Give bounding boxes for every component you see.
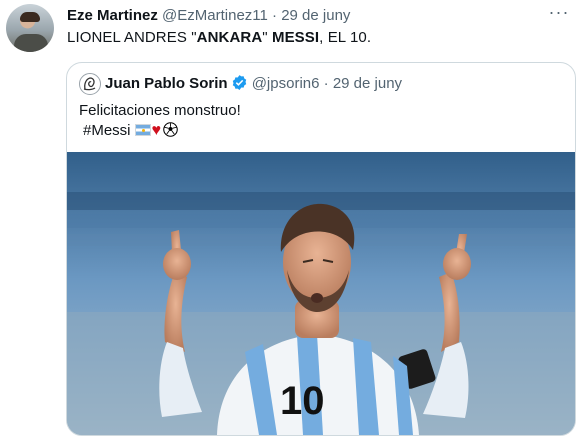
- tweet-text-prefix: LIONEL ANDRES ": [67, 29, 197, 46]
- quoted-author-name[interactable]: Juan Pablo Sorin: [105, 75, 228, 92]
- quoted-tweet-text: Felicitaciones monstruo!: [79, 102, 241, 119]
- quoted-tweet-tags: #Messi ♥: [83, 121, 178, 141]
- messi-celebration-photo: 10: [67, 152, 575, 435]
- tweet-text-bold-1: ANKARA: [196, 29, 263, 46]
- author-name[interactable]: Eze Martinez: [67, 7, 158, 24]
- quoted-author-avatar[interactable]: [79, 73, 101, 95]
- tweet-text-suffix: , EL 10.: [319, 29, 372, 46]
- tweet-text: LIONEL ANDRES "ANKARA" MESSI, EL 10.: [67, 29, 371, 46]
- quoted-tweet[interactable]: Juan Pablo Sorin @jpsorin6 · 29 de juny …: [66, 62, 576, 436]
- tweet[interactable]: Eze Martinez @EzMartinez11 · 29 de juny …: [0, 0, 588, 441]
- tweet-date[interactable]: 29 de juny: [281, 7, 350, 24]
- author-handle[interactable]: @EzMartinez11: [162, 7, 268, 24]
- jersey-number: 10: [280, 379, 325, 423]
- tweet-text-mid: ": [262, 29, 272, 46]
- tweet-header: Eze Martinez @EzMartinez11 · 29 de juny: [67, 7, 350, 24]
- separator-dot: ·: [272, 7, 278, 24]
- soccer-ball-icon: [163, 122, 178, 137]
- quoted-tweet-header: Juan Pablo Sorin @jpsorin6 · 29 de juny: [105, 74, 402, 92]
- messi-hashtag-link[interactable]: #Messi: [83, 122, 131, 139]
- quoted-separator-dot: ·: [323, 75, 329, 92]
- verified-badge-icon: [231, 74, 248, 91]
- tweet-text-bold-2: MESSI: [271, 29, 320, 46]
- flag-argentina-icon: [134, 124, 151, 136]
- more-options-icon[interactable]: ···: [546, 3, 572, 26]
- author-avatar[interactable]: [6, 4, 54, 52]
- quoted-tweet-date[interactable]: 29 de juny: [333, 75, 402, 92]
- tweet-photo[interactable]: 10: [67, 152, 575, 435]
- red-heart-icon: ♥: [151, 122, 162, 139]
- quoted-author-handle[interactable]: @jpsorin6: [252, 75, 320, 92]
